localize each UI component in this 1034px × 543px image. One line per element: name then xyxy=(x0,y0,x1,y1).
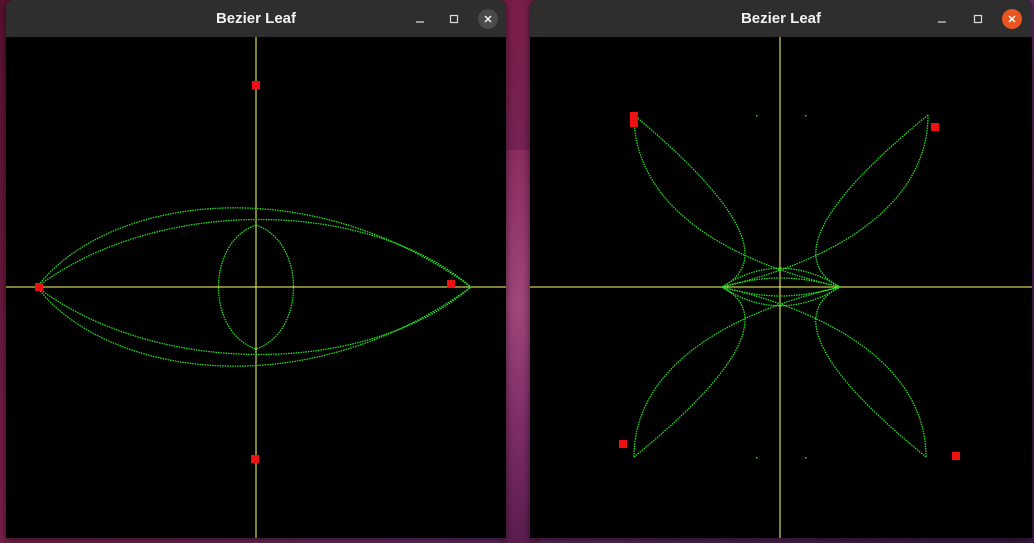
leaf-curve xyxy=(721,286,841,297)
control-point[interactable] xyxy=(630,112,638,127)
control-points xyxy=(35,81,455,463)
leaf-curve xyxy=(36,286,472,356)
bezier-plot xyxy=(6,37,506,538)
control-point[interactable] xyxy=(251,455,259,463)
leaf-curve xyxy=(815,114,929,288)
leaf-curve xyxy=(633,286,746,458)
minimize-button[interactable] xyxy=(410,9,430,29)
leaf-curve xyxy=(633,114,841,288)
control-point[interactable] xyxy=(447,280,455,288)
leaf-curve xyxy=(721,267,841,288)
drawing-canvas[interactable] xyxy=(6,37,506,538)
close-icon xyxy=(484,15,492,23)
leaf-curve xyxy=(721,277,841,288)
control-point[interactable] xyxy=(931,123,939,131)
control-points xyxy=(619,112,960,460)
title-bar[interactable]: Bezier Leaf xyxy=(6,0,506,37)
control-point[interactable] xyxy=(619,440,627,448)
minimize-icon xyxy=(938,21,946,23)
leaf-curve xyxy=(36,218,472,288)
title-bar[interactable]: Bezier Leaf xyxy=(530,0,1032,37)
window-title: Bezier Leaf xyxy=(740,10,822,27)
minimize-button[interactable] xyxy=(932,9,952,29)
bezier-plot xyxy=(530,37,1032,538)
maximize-button[interactable] xyxy=(968,9,988,29)
leaf-curve xyxy=(721,286,927,458)
maximize-button[interactable] xyxy=(444,9,464,29)
close-button[interactable] xyxy=(478,9,498,29)
maximize-icon xyxy=(449,14,459,24)
leaf-curve xyxy=(815,286,927,458)
axes xyxy=(530,37,1032,538)
window-title: Bezier Leaf xyxy=(215,10,297,27)
control-point[interactable] xyxy=(252,81,260,89)
control-point[interactable] xyxy=(952,452,960,460)
bezier-leaf-window-left[interactable]: Bezier Leaf xyxy=(6,0,506,538)
minimize-icon xyxy=(416,21,424,23)
drawing-canvas[interactable] xyxy=(530,37,1032,538)
leaf-curve xyxy=(633,114,746,288)
bezier-curves xyxy=(633,114,929,458)
bezier-leaf-window-right[interactable]: Bezier Leaf xyxy=(530,0,1032,538)
control-point[interactable] xyxy=(35,283,43,291)
close-button[interactable] xyxy=(1002,9,1022,29)
maximize-icon xyxy=(973,14,983,24)
close-icon xyxy=(1008,15,1016,23)
